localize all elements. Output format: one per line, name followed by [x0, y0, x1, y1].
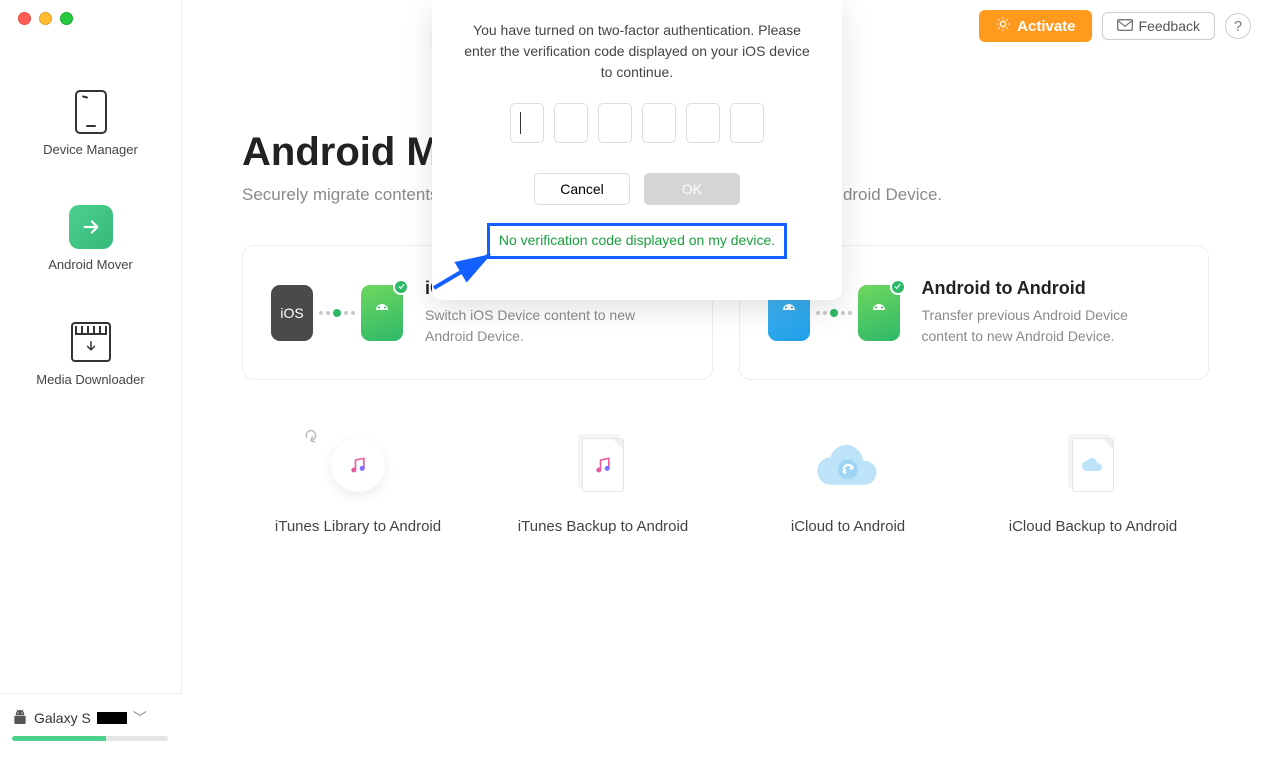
storage-progress: [12, 736, 168, 741]
option-itunes-library[interactable]: ↻ iTunes Library to Android: [248, 426, 468, 535]
option-label: iTunes Backup to Android: [518, 518, 688, 535]
verification-modal: You have turned on two-factor authentica…: [432, 0, 842, 300]
close-window-icon[interactable]: [18, 12, 31, 25]
sidebar-item-label: Device Manager: [43, 142, 138, 157]
device-selector[interactable]: Galaxy S ﹀: [12, 708, 170, 728]
code-digit-4[interactable]: [642, 103, 676, 143]
arrow-right-icon: [69, 205, 113, 249]
sidebar-item-media-downloader[interactable]: Media Downloader: [0, 300, 181, 415]
cancel-button[interactable]: Cancel: [534, 173, 630, 205]
card-title: Android to Android: [922, 278, 1142, 299]
redacted-text: [97, 712, 127, 724]
code-digit-6[interactable]: [730, 103, 764, 143]
no-code-link[interactable]: No verification code displayed on my dev…: [499, 232, 775, 248]
modal-message: You have turned on two-factor authentica…: [458, 20, 816, 83]
android-icon: [12, 709, 28, 728]
code-digit-5[interactable]: [686, 103, 720, 143]
card-desc: Switch iOS Device content to new Android…: [425, 305, 645, 347]
mail-icon: [1117, 18, 1133, 34]
activate-label: Activate: [1017, 18, 1075, 35]
minimize-window-icon[interactable]: [39, 12, 52, 25]
cloud-sync-icon: [804, 426, 892, 504]
sidebar-item-android-mover[interactable]: Android Mover: [0, 185, 181, 300]
sidebar-item-label: Android Mover: [48, 257, 133, 272]
transfer-options: ↻ iTunes Library to Android iTu: [242, 426, 1209, 535]
phone-icon: [69, 90, 113, 134]
help-button[interactable]: ?: [1225, 13, 1251, 39]
top-actions: Activate Feedback ?: [979, 10, 1251, 42]
app-window: Activate Feedback ? Device Manager: [0, 0, 1269, 759]
zoom-window-icon[interactable]: [60, 12, 73, 25]
card-desc: Transfer previous Android Device content…: [922, 305, 1142, 347]
download-film-icon: [69, 320, 113, 364]
feedback-button[interactable]: Feedback: [1102, 12, 1215, 40]
option-itunes-backup[interactable]: iTunes Backup to Android: [493, 426, 713, 535]
check-icon: [393, 279, 409, 295]
chevron-down-icon: ﹀: [133, 708, 147, 728]
code-digit-3[interactable]: [598, 103, 632, 143]
no-code-link-highlight: No verification code displayed on my dev…: [487, 223, 787, 259]
sidebar-item-label: Media Downloader: [36, 372, 144, 387]
music-document-icon: [559, 426, 647, 504]
option-icloud-backup[interactable]: iCloud Backup to Android: [983, 426, 1203, 535]
ok-button: OK: [644, 173, 740, 205]
code-digit-1[interactable]: [510, 103, 544, 143]
device-status-bar: Galaxy S ﹀: [0, 693, 182, 759]
sidebar: Device Manager Android Mover Media Downl…: [0, 0, 182, 759]
activate-button[interactable]: Activate: [979, 10, 1091, 42]
window-controls: [18, 12, 73, 25]
device-name-prefix: Galaxy S: [34, 710, 91, 726]
music-library-icon: ↻: [314, 426, 402, 504]
option-icloud[interactable]: iCloud to Android: [738, 426, 958, 535]
code-digit-2[interactable]: [554, 103, 588, 143]
option-label: iCloud Backup to Android: [1009, 518, 1177, 535]
feedback-label: Feedback: [1139, 18, 1200, 34]
check-icon: [890, 279, 906, 295]
code-input-row: [458, 103, 816, 143]
option-label: iCloud to Android: [791, 518, 905, 535]
sun-icon: [995, 16, 1011, 36]
cloud-document-icon: [1049, 426, 1137, 504]
ios-to-android-icon: iOS: [271, 285, 403, 341]
sidebar-item-device-manager[interactable]: Device Manager: [0, 70, 181, 185]
option-label: iTunes Library to Android: [275, 518, 441, 535]
